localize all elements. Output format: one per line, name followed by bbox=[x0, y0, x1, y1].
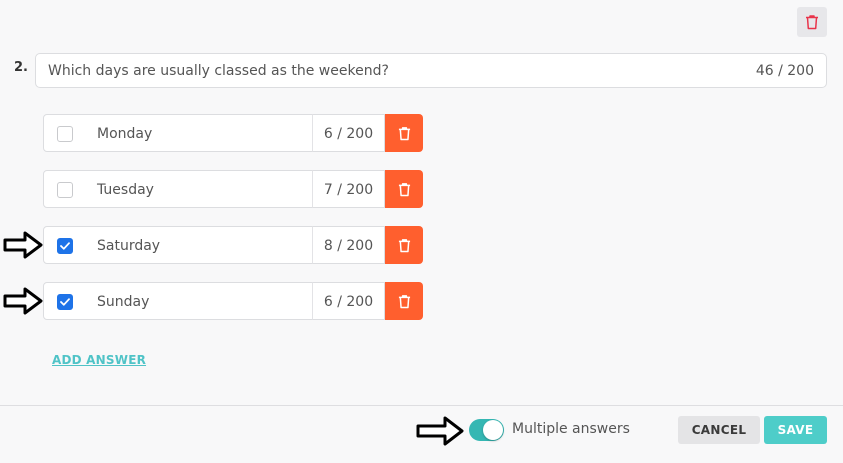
answer-label[interactable]: Tuesday bbox=[97, 171, 154, 209]
question-number: 2. bbox=[14, 60, 28, 75]
answer-checkbox[interactable] bbox=[57, 238, 73, 254]
answer-label[interactable]: Sunday bbox=[97, 283, 149, 321]
answer-char-count: 8 / 200 bbox=[312, 226, 385, 264]
trash-icon bbox=[398, 238, 410, 252]
question-char-count: 46 / 200 bbox=[755, 62, 814, 79]
delete-answer-button[interactable] bbox=[385, 282, 423, 320]
cancel-button[interactable]: CANCEL bbox=[678, 416, 760, 444]
answer-row: Saturday 8 / 200 bbox=[43, 226, 423, 264]
question-editor: 2. Which days are usually classed as the… bbox=[0, 0, 843, 463]
question-text-field[interactable]: Which days are usually classed as the we… bbox=[35, 53, 827, 88]
answer-label[interactable]: Saturday bbox=[97, 227, 160, 265]
answer-char-count: 6 / 200 bbox=[312, 282, 385, 320]
trash-icon bbox=[806, 15, 818, 30]
answer-input[interactable]: Saturday bbox=[43, 226, 313, 264]
checkmark-icon bbox=[60, 242, 70, 250]
multiple-answers-toggle[interactable] bbox=[469, 419, 504, 441]
answer-char-count: 6 / 200 bbox=[312, 114, 385, 152]
trash-icon bbox=[398, 294, 410, 308]
answer-row: Monday 6 / 200 bbox=[43, 114, 423, 152]
checkmark-icon bbox=[60, 298, 70, 306]
answer-row: Sunday 6 / 200 bbox=[43, 282, 423, 320]
answer-checkbox[interactable] bbox=[57, 294, 73, 310]
delete-answer-button[interactable] bbox=[385, 114, 423, 152]
add-answer-link[interactable]: ADD ANSWER bbox=[52, 353, 146, 367]
answer-row: Tuesday 7 / 200 bbox=[43, 170, 423, 208]
multiple-answers-label: Multiple answers bbox=[512, 421, 630, 437]
delete-answer-button[interactable] bbox=[385, 226, 423, 264]
arrow-right-icon bbox=[416, 416, 464, 446]
delete-answer-button[interactable] bbox=[385, 170, 423, 208]
answer-input[interactable]: Tuesday bbox=[43, 170, 313, 208]
answer-input[interactable]: Sunday bbox=[43, 282, 313, 320]
answer-checkbox[interactable] bbox=[57, 126, 73, 142]
answer-char-count: 7 / 200 bbox=[312, 170, 385, 208]
trash-icon bbox=[398, 182, 410, 196]
answer-label[interactable]: Monday bbox=[97, 115, 152, 153]
trash-icon bbox=[398, 126, 410, 140]
delete-question-button[interactable] bbox=[797, 7, 827, 37]
save-button[interactable]: SAVE bbox=[764, 416, 827, 444]
answer-input[interactable]: Monday bbox=[43, 114, 313, 152]
answer-checkbox[interactable] bbox=[57, 182, 73, 198]
arrow-right-icon bbox=[3, 287, 43, 315]
question-text[interactable]: Which days are usually classed as the we… bbox=[48, 63, 756, 79]
arrow-right-icon bbox=[3, 231, 43, 259]
toggle-knob bbox=[483, 420, 503, 440]
footer-divider bbox=[0, 405, 843, 406]
